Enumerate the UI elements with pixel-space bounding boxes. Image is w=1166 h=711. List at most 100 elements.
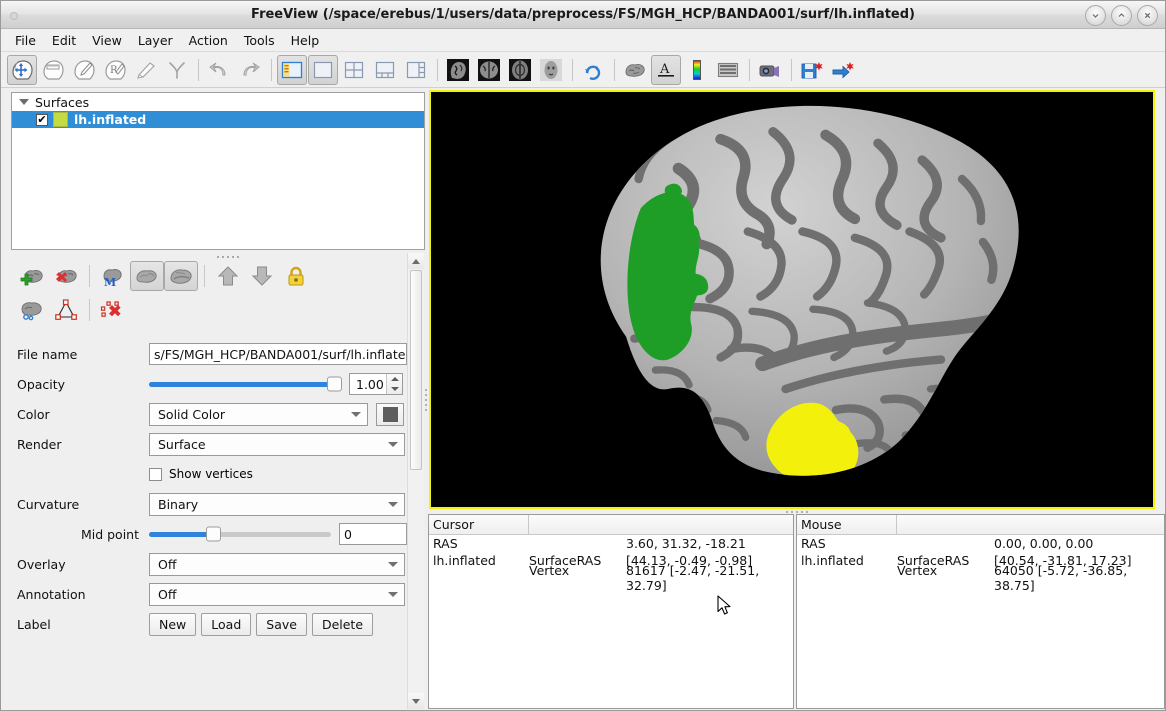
delete-path-button[interactable] — [96, 295, 130, 325]
opacity-value: 1.00 — [350, 377, 386, 392]
navigate-tool[interactable] — [7, 55, 37, 85]
scroll-up-button[interactable] — [408, 253, 424, 269]
layer-ops-separator — [89, 299, 90, 321]
layout-1x1-button[interactable] — [308, 55, 338, 85]
menu-help[interactable]: Help — [283, 30, 328, 51]
layer-tree[interactable]: Surfaces ✔ lh.inflated — [11, 92, 425, 250]
opacity-label: Opacity — [3, 377, 149, 392]
color-row: Color Solid Color — [3, 399, 415, 429]
annotation-value: Off — [158, 587, 176, 602]
label-delete-button[interactable]: Delete — [312, 613, 373, 636]
save-volume-button[interactable] — [797, 55, 827, 85]
maximize-button[interactable] — [1111, 5, 1132, 26]
layer-item-lh-inflated[interactable]: ✔ lh.inflated — [12, 111, 424, 128]
color-swatch-button[interactable] — [376, 403, 404, 426]
info-subkey — [529, 536, 626, 551]
label-save-button[interactable]: Save — [256, 613, 307, 636]
label-load-button[interactable]: Load — [201, 613, 251, 636]
opacity-slider[interactable] — [149, 382, 341, 387]
svg-text:M: M — [104, 276, 116, 287]
window-title: FreeView (/space/erebus/1/users/data/pre… — [1, 1, 1165, 29]
load-surface-button[interactable] — [15, 261, 49, 291]
recon-edit-tool[interactable]: R — [100, 55, 130, 85]
main-toolbar: R — [1, 52, 1165, 88]
layer-category-surfaces[interactable]: Surfaces — [12, 93, 424, 111]
color-mode-value: Solid Color — [158, 407, 225, 422]
layer-ops-toolbar-row2 — [15, 295, 130, 325]
voxel-edit-tool[interactable] — [69, 55, 99, 85]
toggle-panel-button[interactable] — [277, 55, 307, 85]
show-colorscale-button[interactable] — [682, 55, 712, 85]
info-row: Vertex81617 [-2.47, -21.51, 32.79] — [429, 569, 793, 586]
show-surfaces-button[interactable] — [620, 55, 650, 85]
measure-tool[interactable] — [38, 55, 68, 85]
curvature-select[interactable]: Binary — [149, 493, 405, 516]
make-path-button[interactable] — [49, 295, 83, 325]
opacity-spinbox[interactable]: 1.00 — [349, 373, 403, 395]
scroll-down-button[interactable] — [408, 693, 424, 709]
unload-surface-button[interactable] — [49, 261, 83, 291]
show-inflated-surface-button[interactable] — [164, 261, 198, 291]
3d-render-view[interactable] — [429, 90, 1155, 509]
layer-item-label: lh.inflated — [74, 112, 146, 127]
layout-1-and-3-button[interactable] — [370, 55, 400, 85]
layout-1-and-3-h-button[interactable] — [401, 55, 431, 85]
layer-visibility-checkbox[interactable]: ✔ — [36, 114, 48, 126]
roi-edit-tool[interactable] — [131, 55, 161, 85]
menu-action[interactable]: Action — [181, 30, 236, 51]
menu-tools[interactable]: Tools — [236, 30, 283, 51]
close-button[interactable] — [1137, 5, 1158, 26]
show-surface-info-button[interactable]: M — [96, 261, 130, 291]
control-panel: Surfaces ✔ lh.inflated — [3, 89, 427, 709]
view-coronal-button[interactable] — [474, 55, 504, 85]
menu-file[interactable]: File — [7, 30, 44, 51]
view-3d-button[interactable] — [536, 55, 566, 85]
render-mode-select[interactable]: Surface — [149, 433, 405, 456]
redo-button[interactable] — [235, 55, 265, 85]
file-name-input[interactable]: s/FS/MGH_HCP/BANDA001/surf/lh.inflated — [149, 343, 407, 365]
cursor-info-panel[interactable]: Cursor RAS 3.60, 31.32, -18.21 lh.inflat… — [428, 514, 794, 709]
panel-splitter-handle[interactable] — [208, 254, 248, 260]
move-layer-down-button[interactable] — [245, 261, 279, 291]
layer-color-chip[interactable] — [53, 112, 68, 127]
view-axial-button[interactable] — [505, 55, 535, 85]
undo-button[interactable] — [204, 55, 234, 85]
show-main-surface-button[interactable] — [130, 261, 164, 291]
show-slice-frames-button[interactable] — [713, 55, 743, 85]
mid-point-input[interactable]: 0 — [339, 523, 407, 545]
color-mode-select[interactable]: Solid Color — [149, 403, 368, 426]
lock-layer-button[interactable] — [279, 261, 313, 291]
view-sagittal-button[interactable] — [443, 55, 473, 85]
reset-view-button[interactable] — [578, 55, 608, 85]
checkbox-box[interactable] — [149, 468, 162, 481]
minimize-button[interactable] — [1085, 5, 1106, 26]
move-layer-up-button[interactable] — [211, 261, 245, 291]
show-labels-button[interactable]: A — [651, 55, 681, 85]
show-vertices-checkbox[interactable]: Show vertices — [149, 467, 253, 481]
layout-2x2-button[interactable] — [339, 55, 369, 85]
annotation-select[interactable]: Off — [149, 583, 405, 606]
menu-layer[interactable]: Layer — [130, 30, 181, 51]
surface-path-tool-button[interactable] — [15, 295, 49, 325]
chevron-down-icon — [351, 412, 361, 417]
info-subkey — [897, 536, 994, 551]
scrollbar-thumb[interactable] — [410, 270, 422, 470]
goto-point-button[interactable] — [828, 55, 858, 85]
point-set-edit-tool[interactable] — [162, 55, 192, 85]
freeview-window: FreeView (/space/erebus/1/users/data/pre… — [0, 0, 1166, 711]
info-key: RAS — [429, 536, 529, 551]
toolbar-separator — [198, 59, 199, 81]
toolbar-separator — [437, 59, 438, 81]
control-panel-scrollbar[interactable] — [407, 253, 424, 709]
menu-edit[interactable]: Edit — [44, 30, 84, 51]
overlay-select[interactable]: Off — [149, 553, 405, 576]
label-new-button[interactable]: New — [149, 613, 196, 636]
screenshot-button[interactable] — [755, 55, 785, 85]
chevron-down-icon[interactable] — [19, 99, 29, 105]
menu-view[interactable]: View — [84, 30, 130, 51]
annotation-row: Annotation Off — [3, 579, 415, 609]
mouse-info-panel[interactable]: Mouse RAS 0.00, 0.00, 0.00 lh.inflated S… — [796, 514, 1165, 709]
mid-point-slider[interactable] — [149, 532, 331, 537]
opacity-stepper[interactable] — [386, 374, 402, 394]
render-label: Render — [3, 437, 149, 452]
